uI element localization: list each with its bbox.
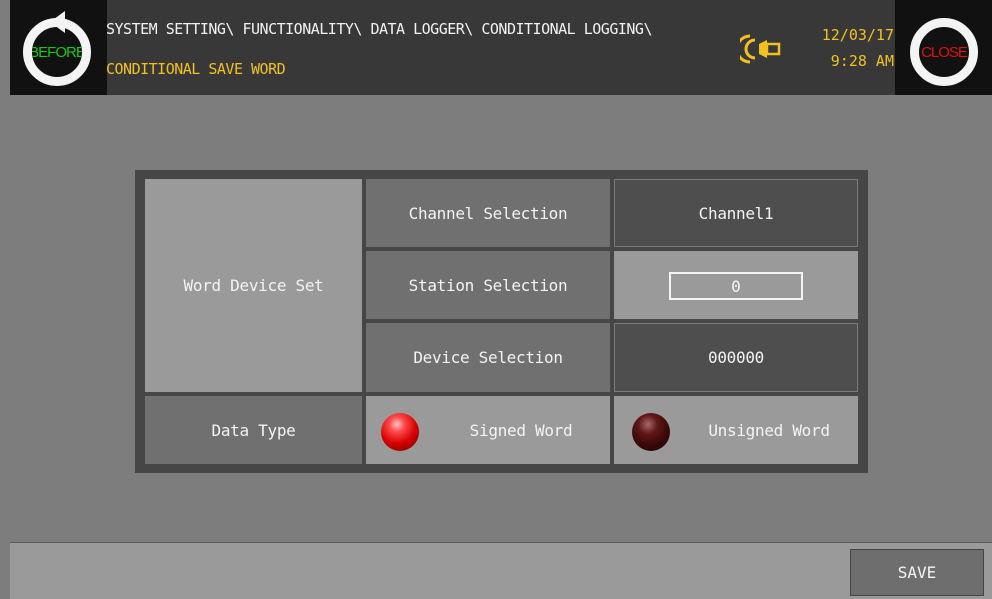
station-input[interactable]: 0 [669,272,803,300]
signed-word-label: Signed Word [469,420,573,440]
date-display: 12/03/17 [821,26,894,44]
station-selection-label: Station Selection [366,251,610,319]
channel-selection-label: Channel Selection [366,179,610,247]
back-arrow-icon [50,11,65,33]
speaker-icon [735,32,786,66]
device-selection-label: Device Selection [366,323,610,392]
page-title: CONDITIONAL SAVE WORD [106,60,286,78]
close-label: CLOSE [921,43,968,61]
bottom-bar [10,542,992,599]
channel-selection-value[interactable]: Channel1 [614,179,858,247]
unsigned-word-option[interactable]: Unsigned Word [614,396,858,464]
close-button[interactable]: CLOSE [895,0,992,95]
before-label: BEFORE [32,43,82,61]
signed-indicator-icon [381,413,419,451]
unsigned-indicator-icon [632,413,670,451]
header-bar [10,0,992,95]
close-circle: CLOSE [910,18,978,86]
save-button[interactable]: SAVE [850,549,984,596]
unsigned-word-label: Unsigned Word [708,420,830,440]
signed-word-option[interactable]: Signed Word [366,396,610,464]
before-button[interactable]: BEFORE [10,0,107,95]
breadcrumb-path: SYSTEM SETTING\ FUNCTIONALITY\ DATA LOGG… [106,20,652,38]
time-display: 9:28 AM [830,52,894,70]
device-selection-value[interactable]: 000000 [614,323,858,392]
word-device-set-label: Word Device Set [145,179,362,392]
data-type-label: Data Type [145,396,362,464]
